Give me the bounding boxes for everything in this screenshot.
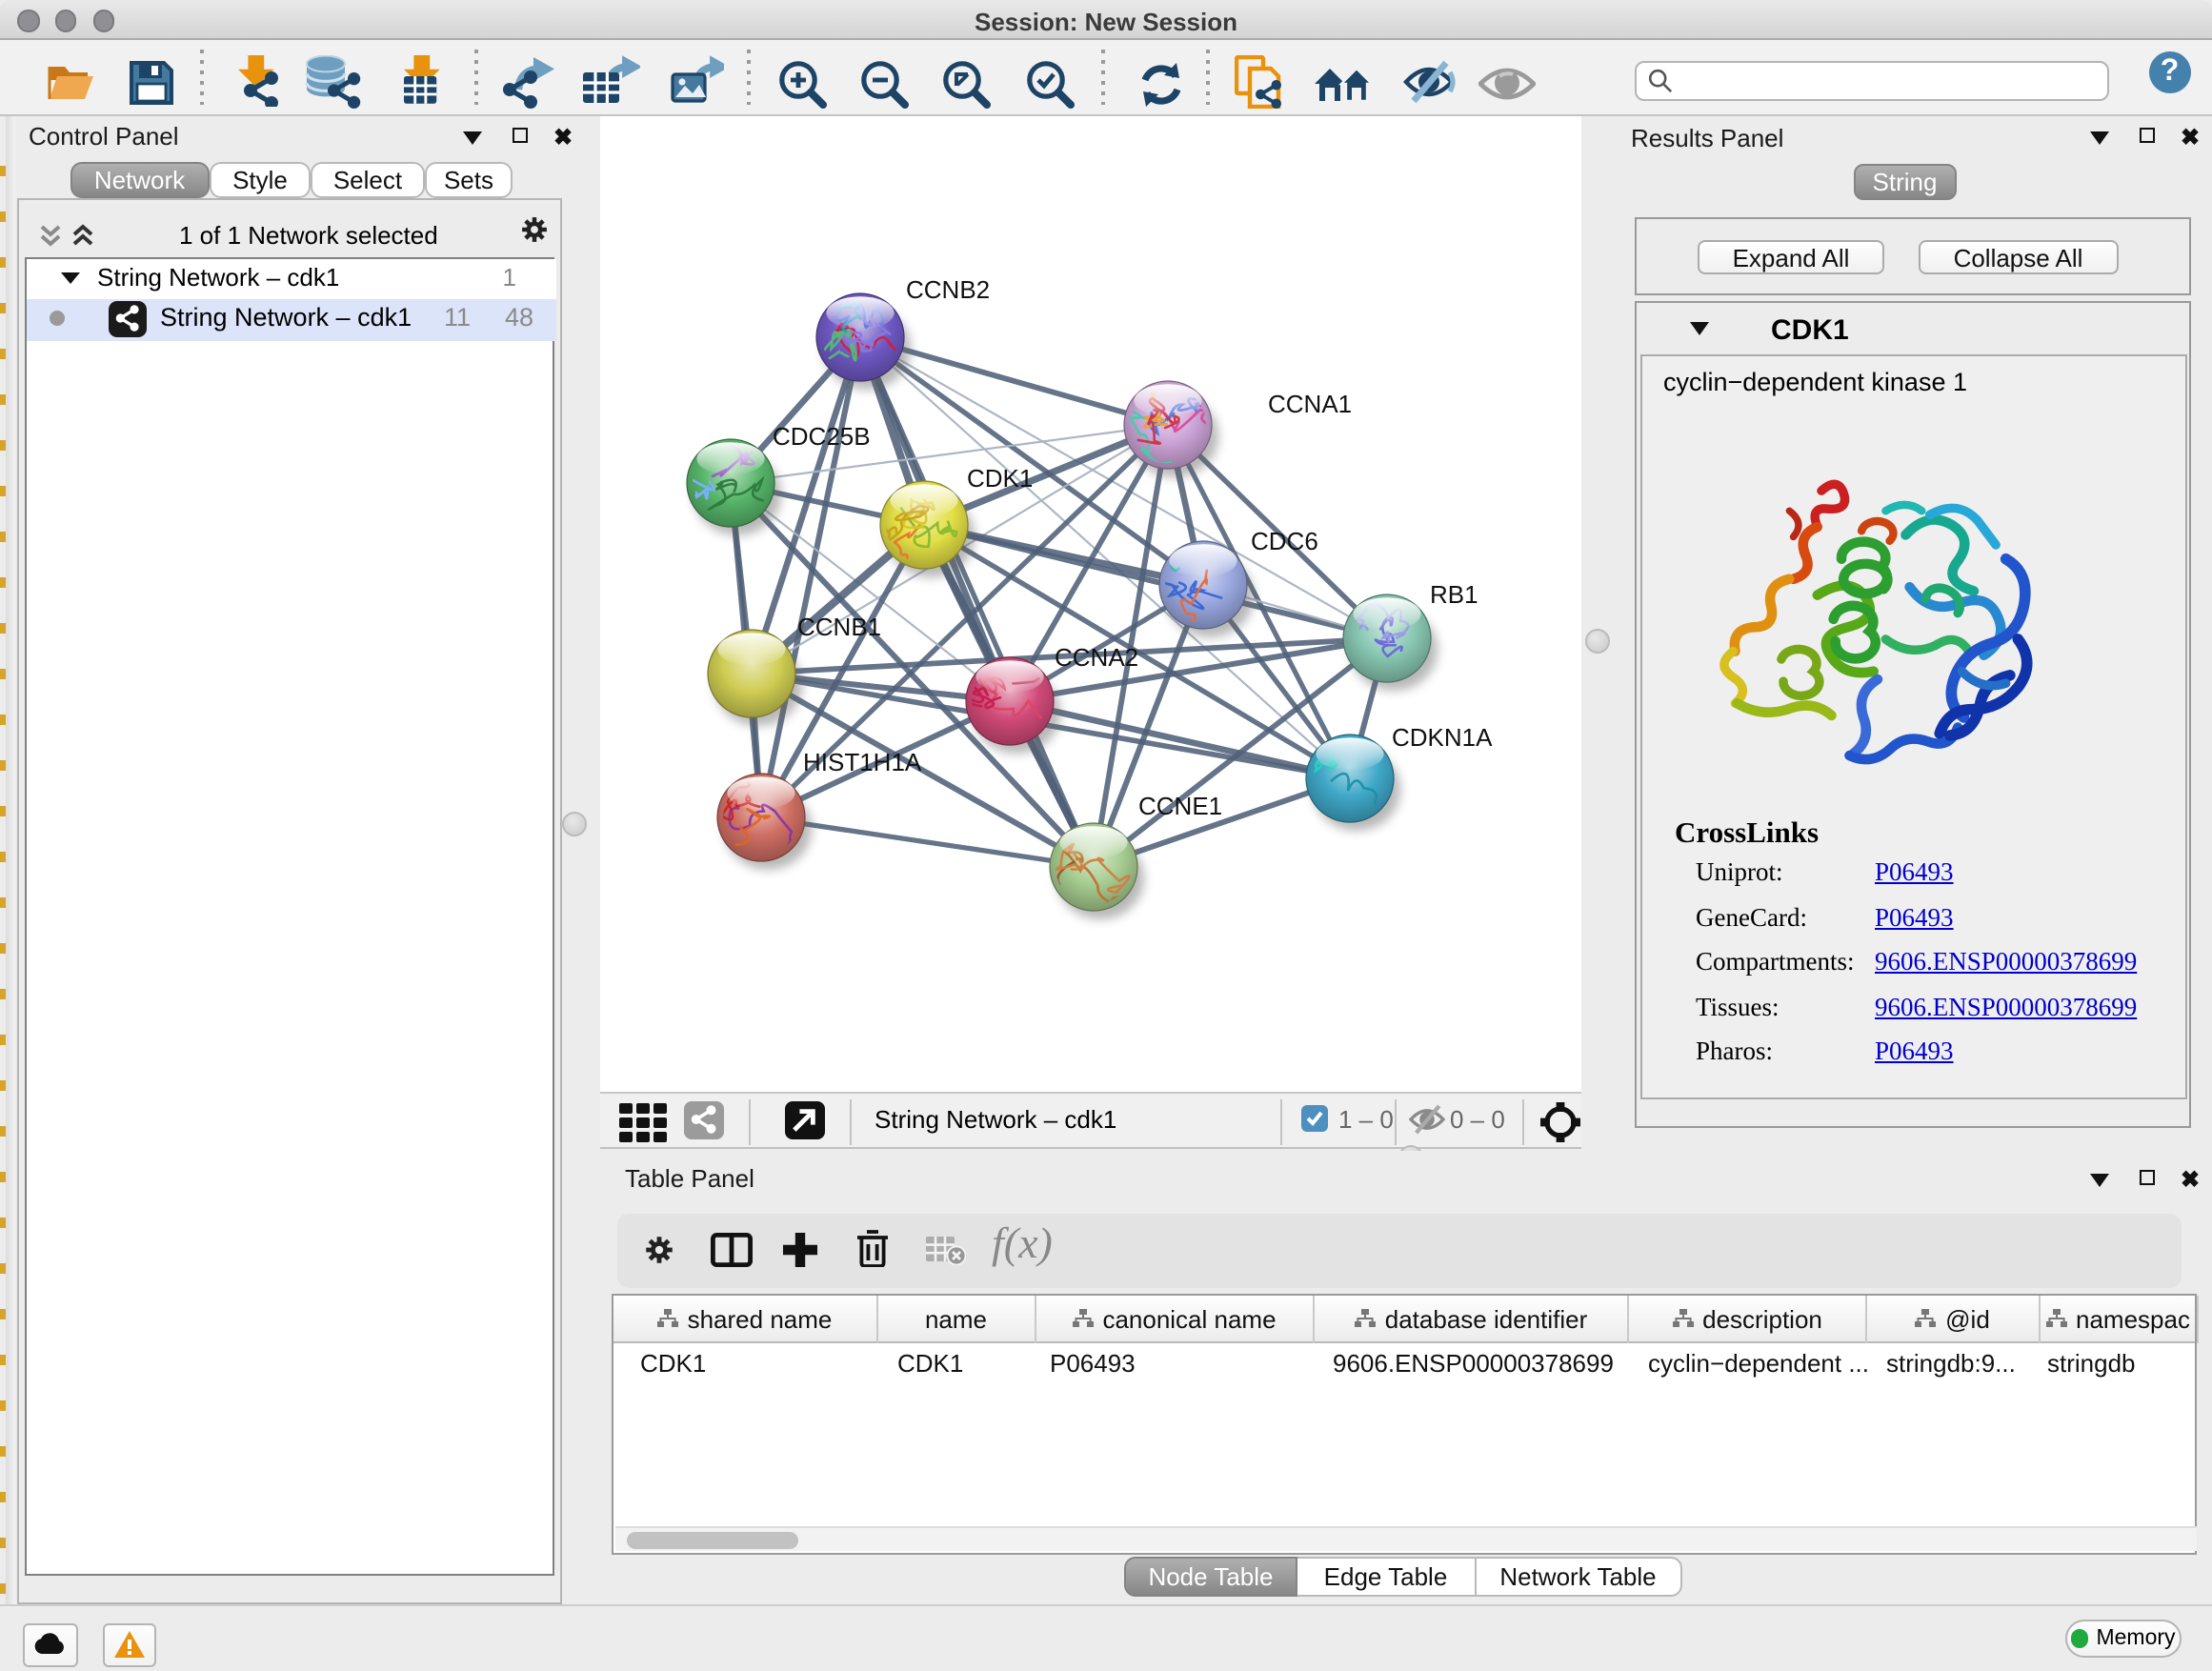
svg-text:CDC6: CDC6 [1250, 526, 1317, 554]
svg-text:CCNB2: CCNB2 [905, 274, 989, 303]
svg-text:CDC25B: CDC25B [772, 421, 870, 450]
svg-text:CCNB1: CCNB1 [796, 612, 880, 640]
svg-text:RB1: RB1 [1429, 579, 1478, 608]
svg-text:CDK1: CDK1 [966, 463, 1032, 492]
svg-text:CCNA1: CCNA1 [1267, 389, 1351, 417]
svg-text:HIST1H1A: HIST1H1A [802, 747, 921, 775]
svg-text:CCNE1: CCNE1 [1137, 791, 1221, 819]
svg-text:CCNA2: CCNA2 [1054, 642, 1137, 671]
svg-text:CDKN1A: CDKN1A [1391, 722, 1492, 751]
